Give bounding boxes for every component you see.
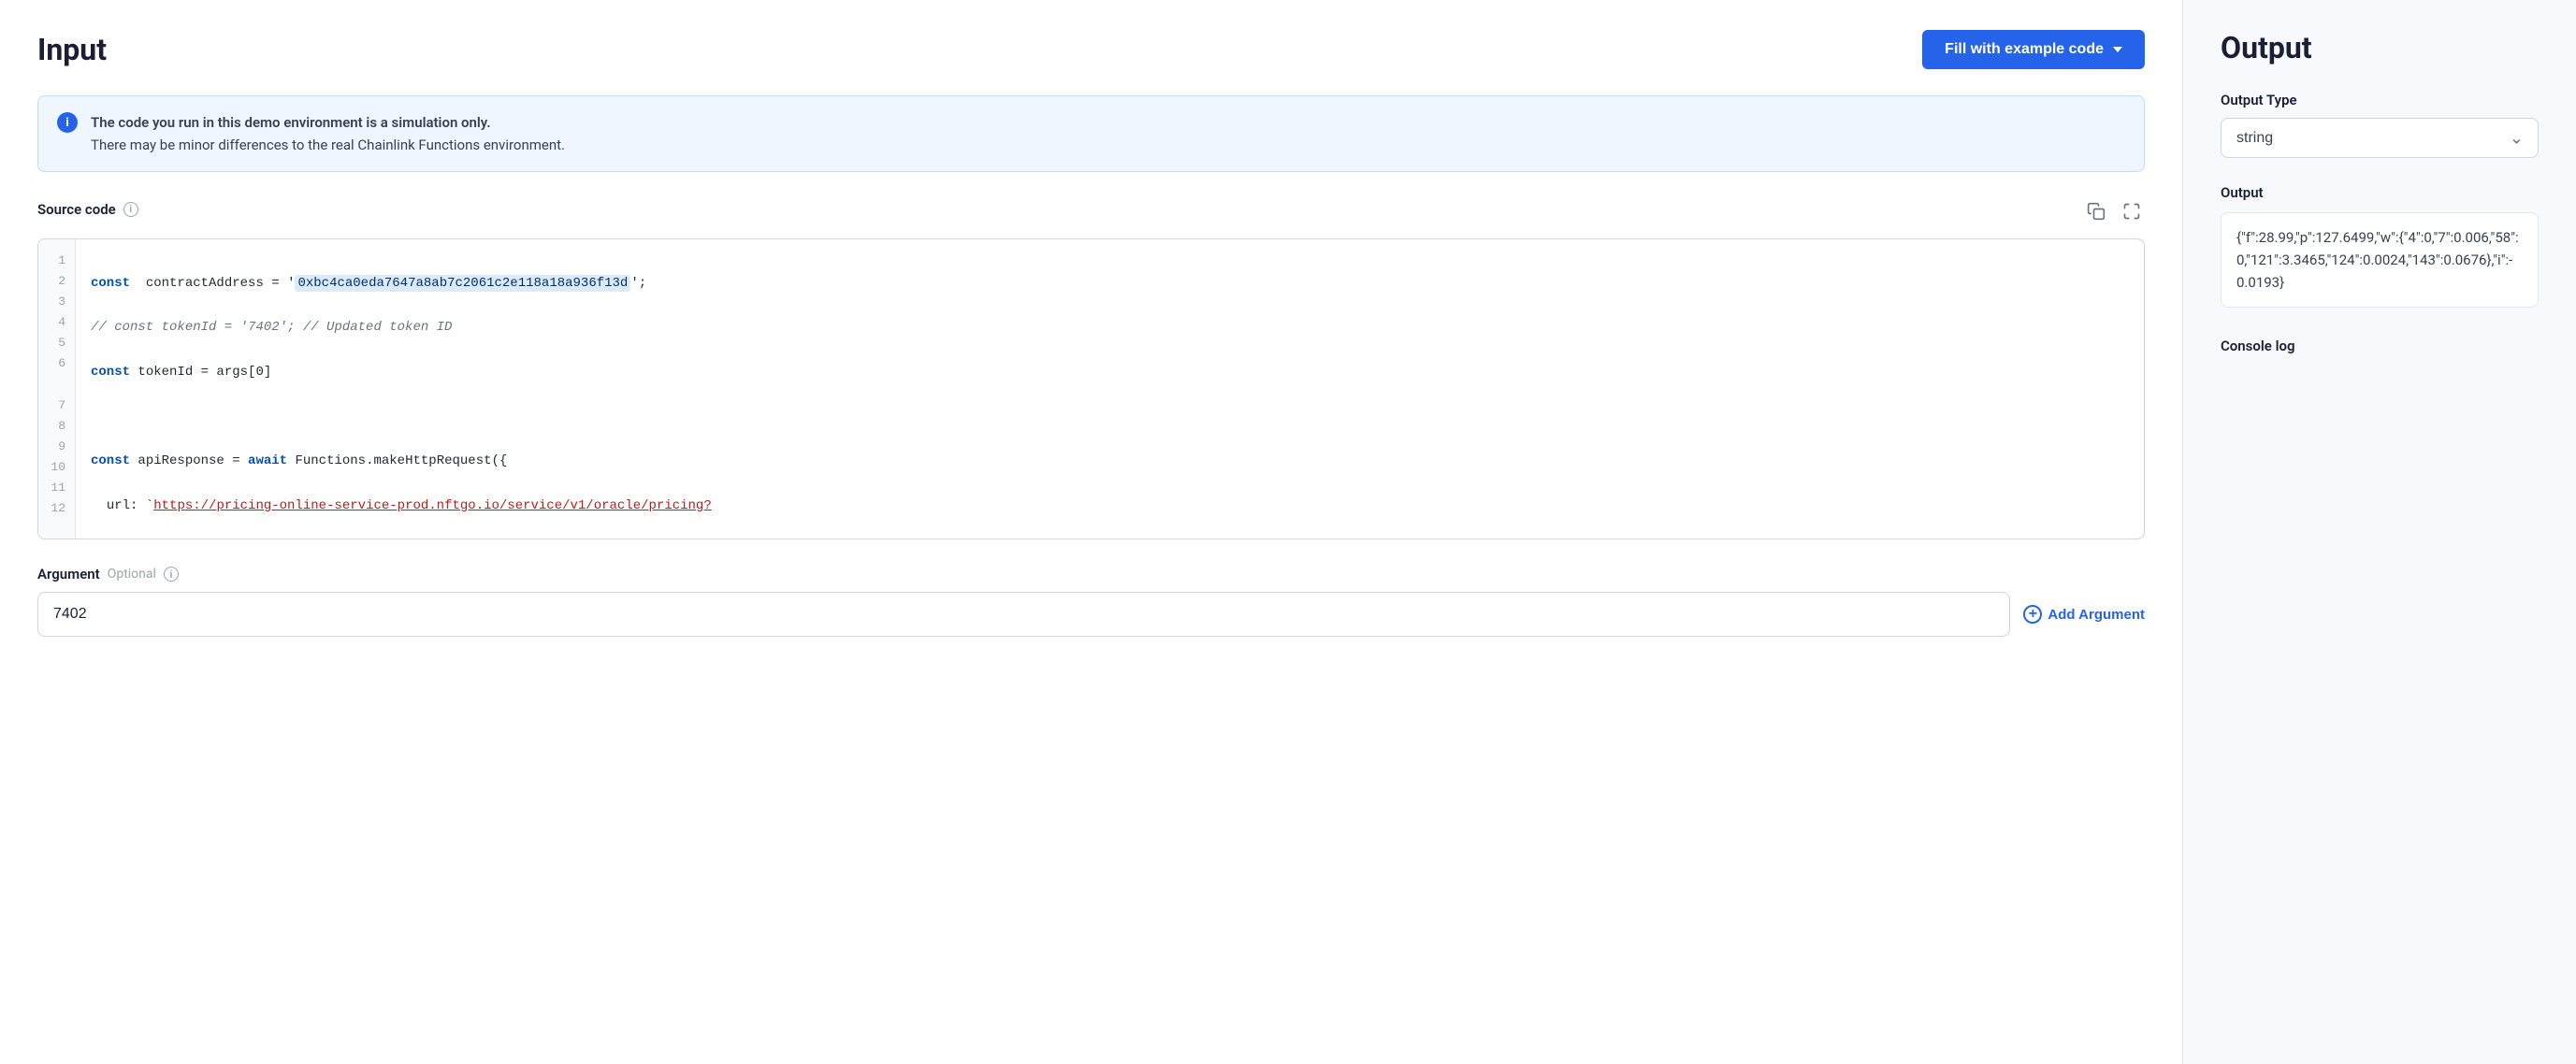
- code-line-1: const contractAddress = '0xbc4ca0eda7647…: [91, 273, 2129, 295]
- code-actions: [2083, 198, 2145, 229]
- output-title: Output: [2221, 30, 2539, 65]
- input-panel-header: Input Fill with example code: [37, 30, 2145, 69]
- code-line-5: const apiResponse = await Functions.make…: [91, 451, 2129, 473]
- source-code-label: Source code: [37, 201, 116, 218]
- argument-input[interactable]: [37, 592, 2010, 637]
- plus-circle-icon: +: [2023, 605, 2042, 624]
- code-line-2: // const tokenId = '7402'; // Updated to…: [91, 317, 2129, 339]
- output-type-label: Output Type: [2221, 92, 2539, 108]
- line-numbers: 1 2 3 4 5 6 7 8 9 10 11 12: [38, 239, 76, 539]
- expand-code-button[interactable]: [2119, 198, 2145, 229]
- info-icon: i: [57, 112, 78, 133]
- fill-example-label: Fill with example code: [1945, 41, 2104, 58]
- output-type-select[interactable]: string bytes uint256 int256: [2221, 118, 2539, 158]
- info-text: The code you run in this demo environmen…: [91, 111, 565, 156]
- argument-optional-label: Optional: [108, 567, 156, 582]
- code-line-3: const tokenId = args[0]: [91, 362, 2129, 384]
- source-code-label-row: Source code i: [37, 201, 138, 218]
- code-editor[interactable]: 1 2 3 4 5 6 7 8 9 10 11 12 const contrac…: [37, 238, 2145, 539]
- source-code-header: Source code i: [37, 198, 2145, 229]
- output-type-select-wrapper[interactable]: string bytes uint256 int256 ⌄: [2221, 118, 2539, 158]
- argument-section: Argument Optional i + Add Argument: [37, 566, 2145, 637]
- source-code-info-icon[interactable]: i: [123, 202, 138, 217]
- input-title: Input: [37, 32, 107, 67]
- argument-info-icon[interactable]: i: [164, 567, 179, 582]
- argument-row: + Add Argument: [37, 592, 2145, 637]
- console-log-label: Console log: [2221, 338, 2539, 354]
- code-line-6: url: `https://pricing-online-service-pro…: [91, 496, 2129, 518]
- output-value: {"f":28.99,"p":127.6499,"w":{"4":0,"7":0…: [2221, 212, 2539, 308]
- code-body[interactable]: const contractAddress = '0xbc4ca0eda7647…: [76, 239, 2144, 539]
- output-section: Output {"f":28.99,"p":127.6499,"w":{"4":…: [2221, 184, 2539, 308]
- right-panel: Output Output Type string bytes uint256 …: [2183, 0, 2576, 1064]
- code-line-4: [91, 407, 2129, 429]
- chevron-down-icon: [2113, 47, 2122, 52]
- argument-label-row: Argument Optional i: [37, 566, 2145, 582]
- add-argument-button[interactable]: + Add Argument: [2023, 605, 2145, 624]
- argument-label: Argument: [37, 566, 100, 582]
- copy-code-button[interactable]: [2083, 198, 2109, 229]
- fill-example-button[interactable]: Fill with example code: [1922, 30, 2145, 69]
- add-argument-label: Add Argument: [2048, 607, 2145, 623]
- info-box: i The code you run in this demo environm…: [37, 95, 2145, 172]
- console-log-section: Console log: [2221, 338, 2539, 354]
- output-section-label: Output: [2221, 184, 2539, 201]
